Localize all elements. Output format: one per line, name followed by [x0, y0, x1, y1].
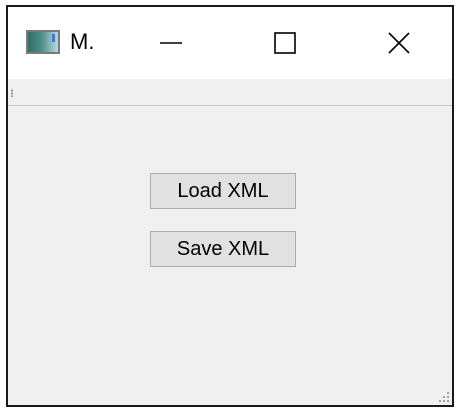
close-icon	[388, 32, 410, 54]
toolbar	[8, 79, 452, 106]
window-title: M.	[70, 29, 95, 54]
minimize-icon	[160, 42, 182, 44]
maximize-button[interactable]	[230, 7, 340, 79]
app-icon	[26, 30, 60, 54]
app-window: M. Load XML Save XML	[6, 5, 454, 407]
resize-grip-icon[interactable]	[435, 388, 451, 404]
title-bar[interactable]: M.	[8, 7, 452, 79]
toolbar-grip-icon[interactable]	[11, 89, 13, 97]
load-xml-button[interactable]: Load XML	[150, 173, 296, 209]
save-xml-button[interactable]: Save XML	[150, 231, 296, 267]
central-widget: Load XML Save XML	[8, 106, 452, 405]
maximize-icon	[274, 32, 296, 54]
minimize-button[interactable]	[116, 7, 226, 79]
close-button[interactable]	[344, 7, 452, 79]
